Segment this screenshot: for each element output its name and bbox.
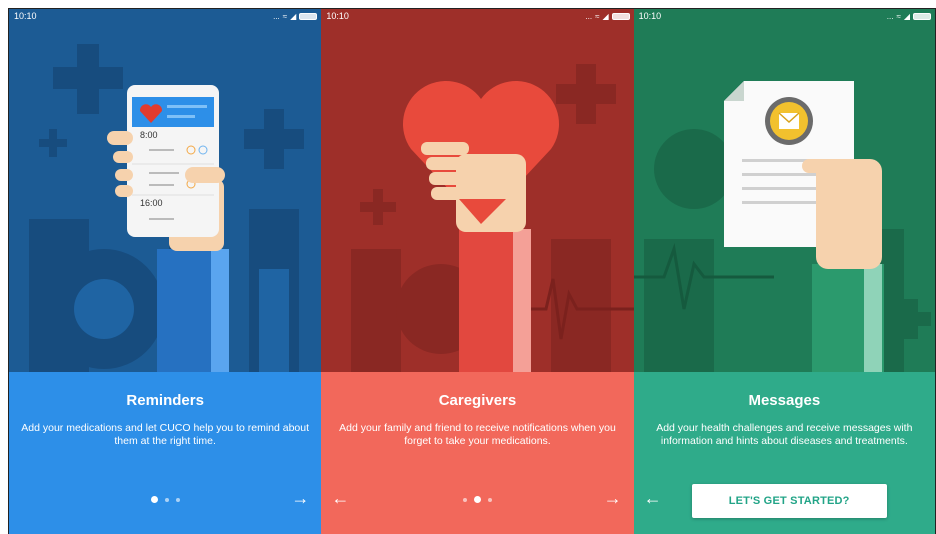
arrow-left-icon[interactable]: ←: [329, 489, 351, 507]
phone-time-afternoon: 16:00: [140, 198, 163, 208]
battery-icon: [611, 12, 630, 20]
page-indicator: [9, 496, 321, 503]
messages-illustration: [633, 9, 935, 372]
screen-description: Add your medications and let CUCO help y…: [21, 422, 310, 447]
arrow-left-icon[interactable]: ←: [642, 489, 664, 507]
screen-description: Add your health challenges and receive m…: [656, 422, 913, 447]
status-time: 10:10: [638, 11, 662, 21]
page-dot-1[interactable]: [462, 497, 467, 502]
status-time: 10:10: [14, 11, 37, 21]
arrow-right-icon[interactable]: →: [289, 489, 311, 507]
status-bar: 10:10 ... ≈ ◢: [14, 10, 318, 22]
reminders-info-panel: Reminders Add your medications and let C…: [9, 372, 322, 534]
screen-title: Reminders: [126, 392, 204, 409]
wifi-icon: ≈: [595, 11, 600, 21]
wifi-icon: ≈: [896, 11, 901, 21]
signal-icon: ◢: [903, 11, 910, 21]
screen-title: Messages: [748, 392, 821, 409]
caregivers-illustration: [321, 9, 634, 372]
status-dots: ...: [886, 11, 894, 21]
status-dots: ...: [273, 11, 280, 21]
screen-title: Caregivers: [438, 392, 517, 409]
messages-screen: 10:10 ... ≈ ◢ Messages Add your health cha…: [633, 9, 935, 534]
battery-icon: [913, 12, 931, 20]
status-dots: ...: [585, 11, 593, 21]
page-dot-2[interactable]: [473, 496, 481, 503]
page-dot-1[interactable]: [150, 496, 158, 503]
page-dot-3[interactable]: [175, 497, 180, 502]
battery-icon: [299, 12, 318, 20]
reminders-illustration: 8:00 16:00: [9, 9, 322, 372]
onboarding-screens: 8:00 16:00 10:10 ... ≈ ◢ Reminders Add you…: [8, 8, 936, 534]
status-time: 10:10: [326, 11, 349, 21]
signal-icon: ◢: [290, 11, 297, 21]
reminders-screen: 8:00 16:00 10:10 ... ≈ ◢ Reminders Add you…: [9, 9, 322, 534]
signal-icon: ◢: [602, 11, 609, 21]
messages-info-panel: Messages Add your health challenges and …: [633, 372, 935, 534]
get-started-button[interactable]: LET'S GET STARTED?: [691, 484, 887, 518]
screen-description: Add your family and friend to receive no…: [339, 422, 616, 447]
page-dot-3[interactable]: [487, 497, 492, 502]
phone-time-morning: 8:00: [140, 130, 158, 140]
page-dot-2[interactable]: [164, 497, 169, 502]
page-indicator: [321, 496, 633, 503]
wifi-icon: ≈: [282, 11, 288, 21]
status-bar: 10:10 ... ≈ ◢: [326, 10, 630, 22]
arrow-right-icon[interactable]: →: [602, 489, 624, 507]
caregivers-info-panel: Caregivers Add your family and friend to…: [321, 372, 634, 534]
caregivers-screen: 10:10 ... ≈ ◢ Caregivers Add your family a…: [321, 9, 634, 534]
status-bar: 10:10 ... ≈ ◢: [639, 10, 931, 22]
